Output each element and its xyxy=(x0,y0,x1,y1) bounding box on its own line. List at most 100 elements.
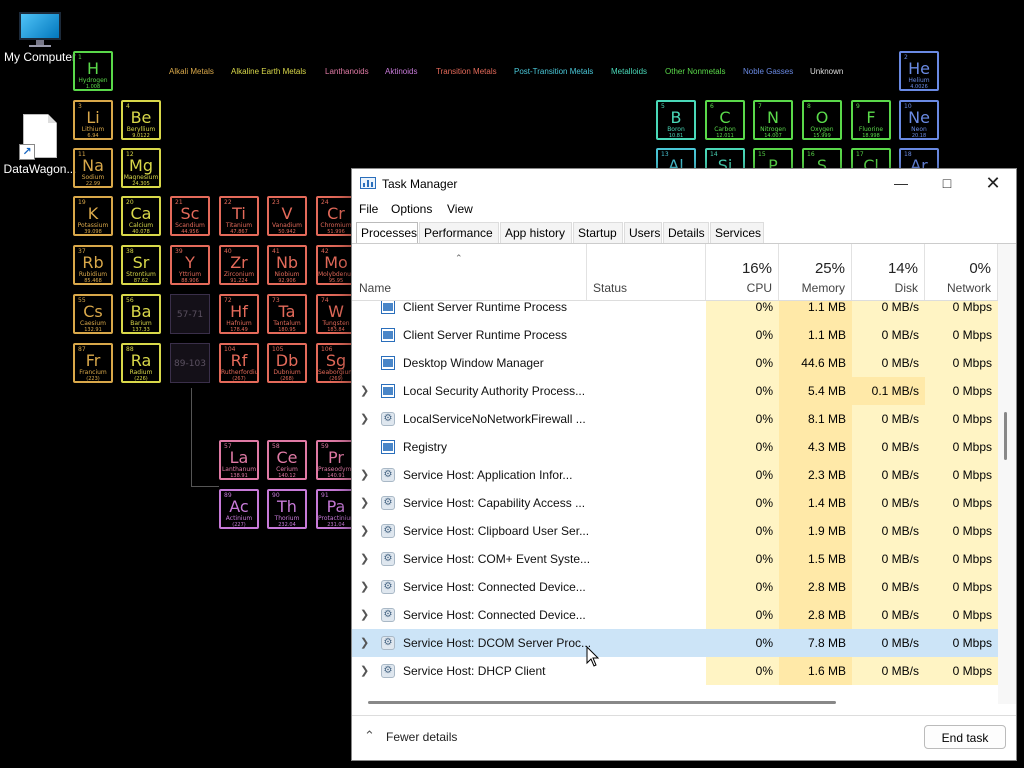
element-symbol: Mg xyxy=(129,156,153,175)
atomic-number: 20 xyxy=(126,199,134,206)
element-symbol: Sc xyxy=(180,204,200,223)
element-symbol: H xyxy=(86,59,100,78)
tab-services[interactable]: Services xyxy=(710,222,764,243)
disk-value: 0 MB/s xyxy=(852,601,925,629)
process-list: Client Server Runtime Process 0% 1.1 MB 0 M… xyxy=(352,301,998,692)
process-row[interactable]: Desktop Window Manager 0% 44.6 MB 0 MB/s 0 M… xyxy=(352,349,998,377)
tab-processes[interactable]: Processes xyxy=(356,222,418,243)
scroll-thumb[interactable] xyxy=(368,701,836,704)
gear-icon: ⚙ xyxy=(381,608,395,622)
element-tile: 37 Rb Rubidium 85.468 xyxy=(73,245,113,285)
horizontal-scrollbar[interactable] xyxy=(352,695,998,709)
tab-startup[interactable]: Startup xyxy=(573,222,623,243)
expand-chevron-icon[interactable]: ❯ xyxy=(360,545,369,573)
desktop-icon-my-computer[interactable]: My Computer xyxy=(0,12,80,64)
element-name: Thorium xyxy=(274,515,300,522)
process-row[interactable]: ❯ ⚙ Service Host: Capability Access ... 0% 1… xyxy=(352,489,998,517)
expand-chevron-icon[interactable]: ❯ xyxy=(360,601,369,629)
tab-performance[interactable]: Performance xyxy=(419,222,499,243)
cpu-value: 0% xyxy=(706,433,779,461)
title-bar[interactable]: Task Manager — □ ✕ xyxy=(352,169,1016,199)
process-row[interactable]: ❯ ⚙ Service Host: DHCP Client 0% 1.6 MB 0 MB/… xyxy=(352,657,998,685)
atomic-mass: 40.078 xyxy=(132,229,150,235)
element-symbol: Be xyxy=(130,108,152,127)
column-header-cpu[interactable]: 16% CPU xyxy=(706,244,779,300)
atomic-number: 4 xyxy=(126,103,130,110)
element-tile: 9 F Fluorine 18.998 xyxy=(851,100,891,140)
atomic-number: 18 xyxy=(904,151,912,158)
expand-chevron-icon[interactable]: ❯ xyxy=(360,405,369,433)
vertical-scrollbar[interactable] xyxy=(998,244,1016,704)
maximize-button[interactable]: □ xyxy=(924,169,970,199)
element-name: Praseodymium xyxy=(318,466,354,473)
column-header-disk[interactable]: 14% Disk xyxy=(852,244,925,300)
cpu-value: 0% xyxy=(706,377,779,405)
fewer-details-link[interactable]: Fewer details xyxy=(386,730,457,744)
process-row[interactable]: ❯ ⚙ Service Host: Connected Device... 0% 2.8… xyxy=(352,601,998,629)
process-name: Service Host: Application Infor... xyxy=(403,468,573,482)
expand-chevron-icon[interactable]: ❯ xyxy=(360,461,369,489)
process-row[interactable]: ❯ ⚙ LocalServiceNoNetworkFirewall ... 0% 8.1… xyxy=(352,405,998,433)
process-row[interactable]: ❯ Local Security Authority Process... 0% 5.… xyxy=(352,377,998,405)
mouse-cursor-icon xyxy=(586,646,600,667)
memory-value: 5.4 MB xyxy=(779,377,852,405)
process-row[interactable]: ❯ ⚙ Service Host: DCOM Server Proc... 0% 7.8… xyxy=(352,629,998,657)
legend-item: Unknown xyxy=(810,67,844,76)
element-name: Calcium xyxy=(128,222,154,229)
column-header-memory[interactable]: 25% Memory xyxy=(779,244,852,300)
expand-chevron-icon[interactable]: ❯ xyxy=(360,489,369,517)
element-name: Vanadium xyxy=(272,222,302,229)
column-header-network[interactable]: 0% Network xyxy=(925,244,998,300)
end-task-button[interactable]: End task xyxy=(924,725,1006,749)
column-header-status[interactable]: Status xyxy=(587,244,706,300)
process-row[interactable]: Client Server Runtime Process 0% 1.1 MB 0 M… xyxy=(352,321,998,349)
expand-chevron-icon[interactable]: ❯ xyxy=(360,657,369,685)
element-name: Oxygen xyxy=(810,126,834,133)
gear-icon: ⚙ xyxy=(381,664,395,678)
element-name: Nitrogen xyxy=(760,126,786,133)
desktop-icon-datawagon[interactable]: ↗ DataWagon... xyxy=(0,114,80,176)
process-row[interactable]: ❯ ⚙ Service Host: Connected Device... 0% 2.8… xyxy=(352,573,998,601)
element-symbol: Ra xyxy=(130,351,152,370)
atomic-number: 9 xyxy=(856,103,860,110)
footer: ⌃ Fewer details End task xyxy=(352,715,1016,760)
process-row[interactable]: ❯ ⚙ Service Host: Application Infor... 0% 2.… xyxy=(352,461,998,489)
atomic-mass: 47.867 xyxy=(230,229,248,235)
tab-app-history[interactable]: App history xyxy=(500,222,572,243)
process-row[interactable]: ❯ ⚙ Service Host: COM+ Event Syste... 0% 1.5… xyxy=(352,545,998,573)
process-name: Client Server Runtime Process xyxy=(403,301,568,314)
process-row[interactable]: Registry 0% 4.3 MB 0 MB/s 0 Mbps xyxy=(352,433,998,461)
gear-icon: ⚙ xyxy=(381,412,395,426)
minimize-button[interactable]: — xyxy=(878,169,924,199)
element-name: Magnesium xyxy=(123,174,159,181)
legend-item: Post-Transition Metals xyxy=(514,67,594,76)
atomic-number: 7 xyxy=(758,103,762,110)
menu-file[interactable]: File xyxy=(359,202,378,216)
atomic-number: 74 xyxy=(321,297,329,304)
memory-value: 1.1 MB xyxy=(779,321,852,349)
atomic-number: 3 xyxy=(78,103,82,110)
menu-view[interactable]: View xyxy=(447,202,473,216)
expand-chevron-icon[interactable]: ❯ xyxy=(360,629,369,657)
menu-options[interactable]: Options xyxy=(391,202,432,216)
column-header-name[interactable]: ⌃ Name xyxy=(352,244,587,300)
element-tile: 1 H Hydrogen 1.008 xyxy=(73,51,113,91)
tab-users[interactable]: Users xyxy=(624,222,662,243)
atomic-number: 57 xyxy=(224,443,232,450)
element-name: Beryllium xyxy=(126,126,156,133)
atomic-number: 19 xyxy=(78,199,86,206)
expand-chevron-icon[interactable]: ❯ xyxy=(360,517,369,545)
scroll-thumb[interactable] xyxy=(1004,412,1007,460)
process-row[interactable]: Client Server Runtime Process 0% 1.1 MB 0 M… xyxy=(352,301,998,321)
tab-details[interactable]: Details xyxy=(663,222,709,243)
expand-chevron-icon[interactable]: ❯ xyxy=(360,573,369,601)
memory-value: 44.6 MB xyxy=(779,349,852,377)
cpu-value: 0% xyxy=(706,349,779,377)
expand-chevron-icon[interactable]: ❯ xyxy=(360,377,369,405)
atomic-number: 91 xyxy=(321,492,329,499)
element-symbol: Sg xyxy=(325,351,347,370)
cpu-value: 0% xyxy=(706,657,779,685)
process-row[interactable]: ❯ ⚙ Service Host: Clipboard User Ser... 0% 1… xyxy=(352,517,998,545)
close-button[interactable]: ✕ xyxy=(970,169,1016,199)
element-symbol: N xyxy=(767,108,779,127)
